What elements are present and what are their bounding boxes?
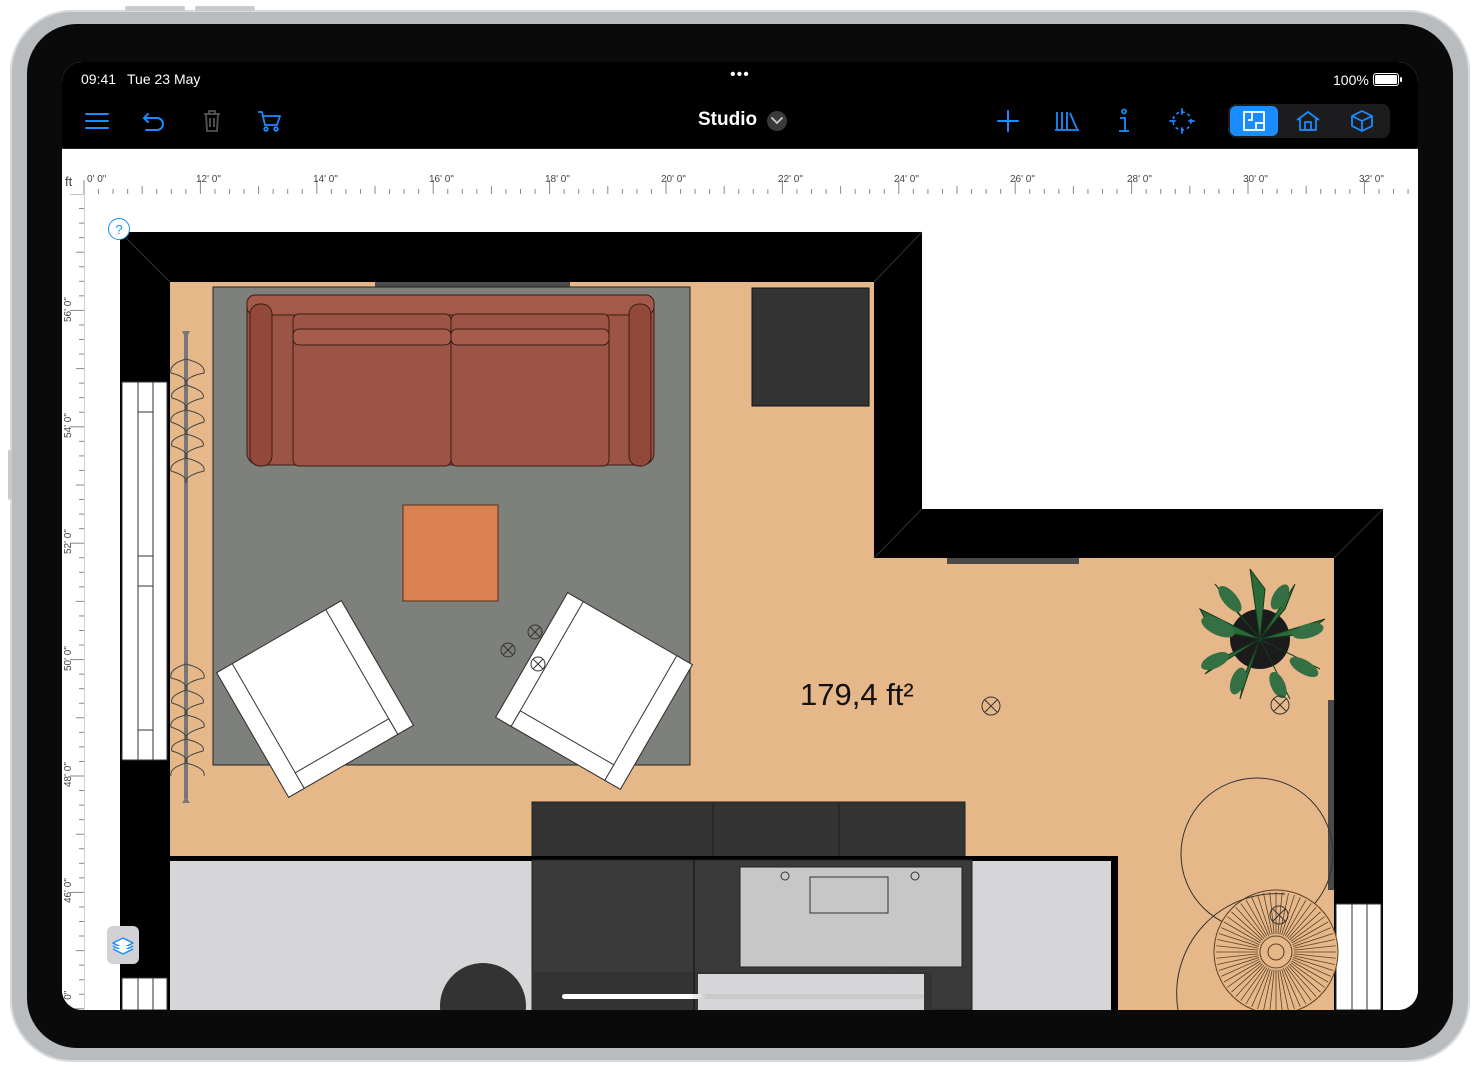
top-ruler[interactable]: ft 0' 0" 12' 0" 14' 0" 16' 0" 18' 0" 20'… bbox=[62, 172, 1418, 195]
ruler-label: 46' 0" bbox=[63, 878, 74, 903]
help-icon[interactable]: ? bbox=[108, 218, 130, 240]
menu-icon[interactable] bbox=[79, 104, 115, 138]
room-area-label[interactable]: 179,4 ft² bbox=[800, 677, 914, 713]
ruler-label: 56' 0" bbox=[63, 297, 74, 322]
volume-button bbox=[8, 450, 12, 500]
chevron-down-icon[interactable] bbox=[767, 111, 787, 131]
ruler-label: 48' 0" bbox=[63, 762, 74, 787]
cabinet bbox=[751, 287, 870, 407]
library-icon[interactable] bbox=[1049, 104, 1085, 138]
ruler-label: 22' 0" bbox=[778, 174, 803, 185]
info-icon[interactable] bbox=[1106, 104, 1142, 138]
battery-icon bbox=[1373, 73, 1402, 86]
layers-icon[interactable] bbox=[107, 926, 139, 964]
ruler-label: 24' 0" bbox=[894, 174, 919, 185]
fit-view-icon[interactable] bbox=[1164, 104, 1200, 138]
plus-icon[interactable] bbox=[990, 104, 1026, 138]
ruler-label: 54' 0" bbox=[63, 413, 74, 438]
undo-icon[interactable] bbox=[136, 104, 172, 138]
ruler-label: 0' 0" bbox=[87, 174, 107, 185]
ruler-label: 20' 0" bbox=[661, 174, 686, 185]
status-bar: 09:41 Tue 23 May ••• 100% bbox=[62, 62, 1418, 94]
left-ruler[interactable]: 56' 0" 54' 0" 52' 0" 50' 0" 48' 0" 46' 0… bbox=[62, 194, 85, 1010]
kitchen-counter bbox=[531, 801, 966, 861]
ruler-label: 32' 0" bbox=[1359, 174, 1384, 185]
ruler-label: 12' 0" bbox=[196, 174, 221, 185]
trash-icon[interactable] bbox=[194, 104, 230, 138]
home-indicator[interactable] bbox=[562, 994, 924, 999]
top-button bbox=[125, 6, 185, 11]
ruler-label: 50' 0" bbox=[63, 646, 74, 671]
ruler-label: 16' 0" bbox=[429, 174, 454, 185]
ruler-label: 26' 0" bbox=[1010, 174, 1035, 185]
sofa bbox=[246, 294, 655, 467]
view-mode-selector bbox=[1228, 104, 1390, 138]
ruler-label: 30' 0" bbox=[1243, 174, 1268, 185]
window-left bbox=[121, 381, 168, 761]
ruler-label: 0' 0" bbox=[63, 990, 74, 1010]
ruler-unit: ft bbox=[65, 174, 73, 189]
cart-icon[interactable] bbox=[251, 104, 287, 138]
top-button-2 bbox=[195, 6, 255, 11]
rattan-chair bbox=[1213, 889, 1339, 1010]
kitchen-island bbox=[531, 859, 973, 1010]
house-icon[interactable] bbox=[1284, 106, 1332, 136]
status-time: 09:41 bbox=[81, 71, 117, 87]
floor-plan-icon[interactable] bbox=[1230, 106, 1278, 136]
toolbar: Studio bbox=[62, 94, 1418, 149]
ruler-label: 52' 0" bbox=[63, 529, 74, 554]
window-right-top bbox=[947, 558, 1079, 564]
battery-percent: 100% bbox=[1333, 72, 1369, 88]
multitasking-dots[interactable]: ••• bbox=[730, 66, 750, 84]
screen: 09:41 Tue 23 May ••• 100% Studio ft 0' 0… bbox=[62, 62, 1418, 1010]
floor-plan-canvas[interactable] bbox=[85, 194, 1418, 1010]
ruler-label: 18' 0" bbox=[545, 174, 570, 185]
status-date: Tue 23 May bbox=[127, 71, 201, 87]
coffee-table bbox=[402, 504, 499, 602]
cube-icon[interactable] bbox=[1338, 106, 1386, 136]
document-title[interactable]: Studio bbox=[698, 109, 757, 131]
ruler-label: 14' 0" bbox=[313, 174, 338, 185]
ruler-label: 28' 0" bbox=[1127, 174, 1152, 185]
